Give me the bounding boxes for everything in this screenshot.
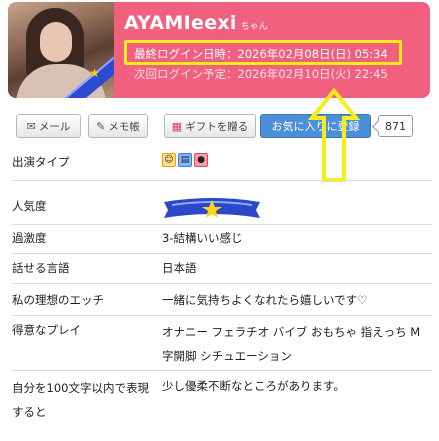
profile-row-language: 話せる言語 日本語 [12,258,432,282]
pencil-icon: ✎ [96,119,106,133]
profile-value: 3-結構いい感じ [162,231,243,245]
video-icon: ● [194,153,208,167]
profile-value: オナニー フェラチオ バイブ おもちゃ 指えっち M字開脚 シチュエーション [162,325,421,363]
gift-icon: ▦ [171,119,183,133]
profile-label: 得意なプレイ [12,323,81,337]
profile-row-self-intro: 自分を100文字以内で表現すると 少し優柔不断なところがあります。 [12,376,432,424]
row-divider [12,315,432,316]
profile-row-popularity: 人気度 [12,196,432,220]
performer-name: AYAMIeexi [124,12,237,34]
row-divider [12,180,432,181]
star-ribbon-icon [164,198,260,218]
envelope-icon: ✉ [26,119,36,133]
name-row: AYAMIeexi ちゃん [124,12,268,36]
row-divider [12,370,432,371]
book-icon: ▤ [178,153,192,167]
profile-label: 私の理想のエッチ [12,293,104,307]
face-icon: ☺ [162,153,176,167]
profile-label: 過激度 [12,231,47,245]
profile-label: 出演タイプ [12,155,70,169]
avatar-face [40,22,72,62]
avatar[interactable]: ★ [8,2,114,98]
profile-label: 人気度 [12,199,47,213]
profile-value: 少し優柔不断なところがあります。 [162,379,345,393]
name-suffix: ちゃん [240,22,268,32]
mail-button-label: メール [38,120,71,133]
gift-button-label: ギフトを贈る [185,120,249,133]
mail-button[interactable]: ✉ メール [16,114,81,138]
memo-button-label: メモ帳 [108,120,140,133]
profile-value: 一緒に気持ちよくなれたら嬉しいです♡ [162,293,368,307]
row-divider [12,253,432,254]
profile-label: 自分を100文字以内で表現すると [12,381,149,419]
row-divider [12,283,432,284]
highlight-box [124,40,402,65]
row-divider [12,224,432,225]
profile-row-ideal: 私の理想のエッチ 一緒に気持ちよくなれたら嬉しいです♡ [12,290,432,314]
type-icons: ☺ ▤ ● [162,153,208,167]
favorite-count: 871 [378,115,413,137]
star-icon: ★ [89,66,100,80]
profile-value: 日本語 [162,261,197,275]
profile-row-type: 出演タイプ ☺ ▤ ● [12,152,432,180]
memo-button[interactable]: ✎ メモ帳 [88,114,148,138]
profile-row-skills: 得意なプレイ オナニー フェラチオ バイブ おもちゃ 指えっち M字開脚 シチュ… [12,320,432,368]
profile-row-intensity: 過激度 3-結構いい感じ [12,228,432,252]
next-login-text: 次回ログイン予定：2026年02月10日(火) 22:45 [134,67,388,81]
profile-label: 話せる言語 [12,261,70,275]
gift-button[interactable]: ▦ ギフトを贈る [164,114,256,138]
